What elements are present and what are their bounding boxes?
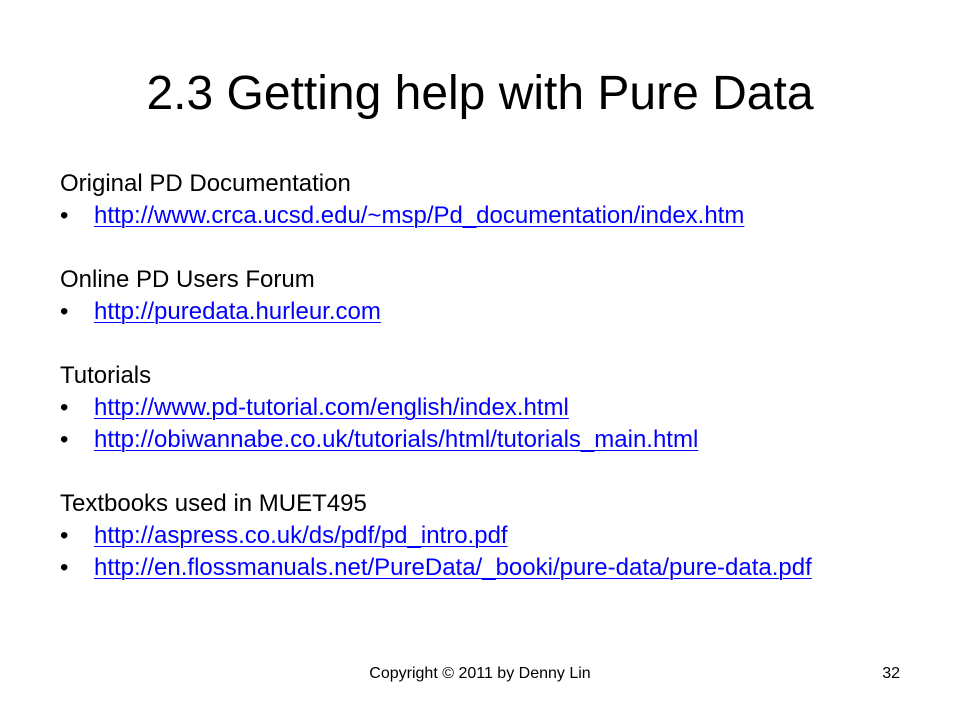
- bullet-icon: •: [60, 202, 69, 229]
- link-puredata-forum[interactable]: http://puredata.hurleur.com: [94, 296, 381, 328]
- section-online-pd-users-forum: Online PD Users Forum • http://puredata.…: [60, 264, 940, 328]
- section-heading: Tutorials: [60, 362, 152, 389]
- slide-title: 2.3 Getting help with Pure Data: [146, 67, 814, 120]
- link-flossmanuals-pdf[interactable]: http://en.flossmanuals.net/PureData/_boo…: [94, 552, 812, 584]
- list-item: • http://puredata.hurleur.com: [60, 296, 940, 328]
- list-item: • http://aspress.co.uk/ds/pdf/pd_intro.p…: [60, 520, 940, 552]
- footer-copyright: Copyright © 2011 by Denny Lin: [369, 665, 591, 682]
- section-heading: Online PD Users Forum: [60, 266, 315, 293]
- link-obiwannabe-tutorials[interactable]: http://obiwannabe.co.uk/tutorials/html/t…: [94, 424, 698, 456]
- bullet-icon: •: [60, 426, 69, 453]
- slide-content: Original PD Documentation • http://www.c…: [60, 168, 940, 584]
- section-heading: Original PD Documentation: [60, 170, 351, 197]
- list-item: • http://www.crca.ucsd.edu/~msp/Pd_docum…: [60, 200, 940, 232]
- list-item: • http://www.pd-tutorial.com/english/ind…: [60, 392, 940, 424]
- bullet-icon: •: [60, 298, 69, 325]
- link-pd-documentation[interactable]: http://www.crca.ucsd.edu/~msp/Pd_documen…: [94, 200, 744, 232]
- section-original-pd-documentation: Original PD Documentation • http://www.c…: [60, 168, 940, 232]
- list-item: • http://en.flossmanuals.net/PureData/_b…: [60, 552, 940, 584]
- link-pd-tutorial[interactable]: http://www.pd-tutorial.com/english/index…: [94, 392, 569, 424]
- page-number: 32: [882, 665, 900, 682]
- bullet-icon: •: [60, 554, 69, 581]
- section-heading: Textbooks used in MUET495: [60, 490, 367, 517]
- link-pd-intro-pdf[interactable]: http://aspress.co.uk/ds/pdf/pd_intro.pdf: [94, 520, 508, 552]
- section-textbooks: Textbooks used in MUET495 • http://aspre…: [60, 488, 940, 584]
- list-item: • http://obiwannabe.co.uk/tutorials/html…: [60, 424, 940, 456]
- bullet-icon: •: [60, 394, 69, 421]
- bullet-icon: •: [60, 522, 69, 549]
- section-tutorials: Tutorials • http://www.pd-tutorial.com/e…: [60, 360, 940, 456]
